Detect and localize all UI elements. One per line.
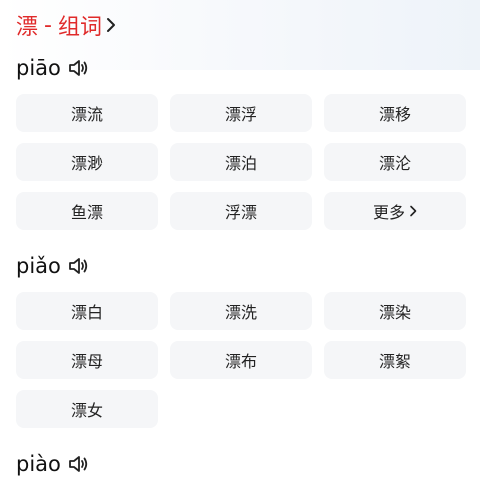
word-cell[interactable]: 漂絮 bbox=[324, 341, 466, 379]
pinyin-header-piao1: piāo bbox=[16, 53, 89, 83]
word-cell[interactable]: 漂洗 bbox=[170, 292, 312, 330]
word-cell[interactable]: 漂沦 bbox=[324, 143, 466, 181]
word-grid-piao3: 漂白 漂洗 漂染 漂母 漂布 漂絮 漂女 bbox=[16, 292, 466, 428]
pinyin-header-piao3: piǎo bbox=[16, 251, 89, 281]
more-label: 更多 bbox=[372, 203, 405, 222]
more-button[interactable]: 更多 bbox=[324, 192, 466, 230]
word-cell[interactable]: 漂渺 bbox=[16, 143, 158, 181]
speaker-icon[interactable] bbox=[67, 58, 89, 78]
word-grid-piao1: 漂流 漂浮 漂移 漂渺 漂泊 漂沦 鱼漂 浮漂 更多 bbox=[16, 94, 466, 230]
word-cell[interactable]: 漂移 bbox=[324, 94, 466, 132]
chevron-right-icon bbox=[409, 205, 417, 217]
word-cell[interactable]: 漂母 bbox=[16, 341, 158, 379]
pinyin-header-piao4: piào bbox=[16, 449, 89, 479]
speaker-icon[interactable] bbox=[67, 256, 89, 276]
word-cell[interactable]: 漂流 bbox=[16, 94, 158, 132]
word-cell[interactable]: 漂浮 bbox=[170, 94, 312, 132]
speaker-icon[interactable] bbox=[67, 454, 89, 474]
word-cell[interactable]: 漂染 bbox=[324, 292, 466, 330]
title-separator: - bbox=[44, 12, 52, 38]
word-cell[interactable]: 漂女 bbox=[16, 390, 158, 428]
chevron-right-icon[interactable] bbox=[106, 17, 116, 33]
title-label: 组词 bbox=[57, 15, 102, 40]
pinyin-label: piāo bbox=[16, 56, 61, 80]
word-cell[interactable]: 漂白 bbox=[16, 292, 158, 330]
page-title[interactable]: 漂 - 组词 bbox=[16, 8, 116, 42]
pinyin-label: piǎo bbox=[16, 254, 61, 278]
title-character: 漂 bbox=[16, 15, 39, 40]
word-cell[interactable]: 浮漂 bbox=[170, 192, 312, 230]
word-cell[interactable]: 鱼漂 bbox=[16, 192, 158, 230]
word-cell[interactable]: 漂布 bbox=[170, 341, 312, 379]
pinyin-label: piào bbox=[16, 452, 61, 476]
word-cell[interactable]: 漂泊 bbox=[170, 143, 312, 181]
